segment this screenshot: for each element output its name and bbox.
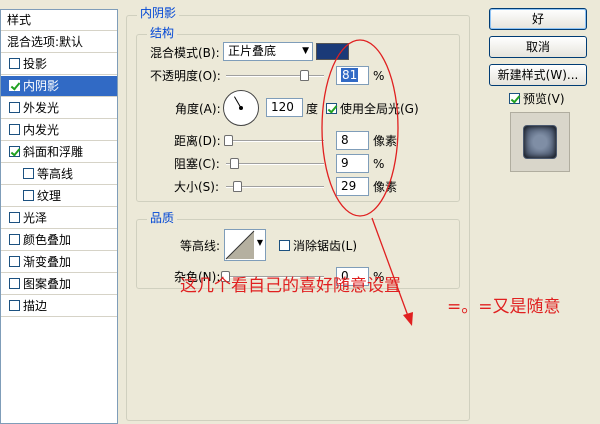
sidebar-item-checkbox-icon[interactable] xyxy=(9,278,20,289)
preview-check-icon xyxy=(509,93,520,104)
sidebar-item-label: 等高线 xyxy=(37,167,74,181)
sidebar-item-checkbox-icon[interactable] xyxy=(9,300,20,311)
angle-value: 120 xyxy=(271,100,294,114)
angle-label: 角度(A): xyxy=(175,102,221,116)
sidebar-item-checkbox-icon[interactable] xyxy=(9,80,20,91)
sidebar-item-label: 内阴影 xyxy=(23,79,60,93)
sidebar-item-label: 描边 xyxy=(23,299,48,313)
distance-label: 距离(D): xyxy=(174,134,221,148)
sidebar-item[interactable]: 颜色叠加 xyxy=(1,230,117,251)
sidebar-item[interactable]: 斜面和浮雕 xyxy=(1,142,117,163)
preview-checkbox[interactable]: 预览(V) xyxy=(509,91,565,107)
ok-button[interactable]: 好 xyxy=(489,8,587,30)
structure-title: 结构 xyxy=(147,26,178,40)
angle-dial-center xyxy=(239,106,243,110)
contour-label: 等高线: xyxy=(180,239,221,253)
opacity-slider-thumb[interactable] xyxy=(300,70,310,81)
quality-title: 品质 xyxy=(147,211,178,225)
annotation-note-1: 这几个看自己的喜好随意设置 xyxy=(180,276,401,296)
sidebar-item-label: 纹理 xyxy=(37,189,62,203)
styles-header: 样式 xyxy=(1,10,117,31)
blend-mode-select[interactable]: 正片叠底 ▼ xyxy=(223,42,313,61)
blend-mode-value: 正片叠底 xyxy=(228,44,277,58)
cancel-button[interactable]: 取消 xyxy=(489,36,587,58)
sidebar-item-checkbox-icon[interactable] xyxy=(9,146,20,157)
choke-label: 阻塞(C): xyxy=(174,157,220,171)
distance-slider-thumb[interactable] xyxy=(223,135,233,146)
antialias-check-icon xyxy=(279,240,290,251)
sidebar-item[interactable]: 内阴影 xyxy=(1,76,117,97)
preview-label: 预览(V) xyxy=(523,92,565,106)
sidebar-item-checkbox-icon[interactable] xyxy=(9,102,20,113)
chevron-down-icon: ▼ xyxy=(302,46,309,56)
blending-options-item[interactable]: 混合选项:默认 xyxy=(1,32,117,53)
chevron-down-icon: ▼ xyxy=(256,238,263,247)
sidebar-item[interactable]: 描边 xyxy=(1,296,117,317)
sidebar-item-checkbox-icon[interactable] xyxy=(9,256,20,267)
sidebar-item-checkbox-icon[interactable] xyxy=(9,212,20,223)
sidebar-item-label: 外发光 xyxy=(23,101,60,115)
sidebar-item-checkbox-icon[interactable] xyxy=(9,234,20,245)
sidebar-item-label: 内发光 xyxy=(23,123,60,137)
sidebar-item-checkbox-icon[interactable] xyxy=(23,168,34,179)
opacity-label: 不透明度(O): xyxy=(150,69,221,83)
sidebar-item[interactable]: 投影 xyxy=(1,54,117,75)
annotation-note-2: =。=又是随意 xyxy=(447,297,561,317)
size-slider-thumb[interactable] xyxy=(232,181,242,192)
sidebar-item[interactable]: 图案叠加 xyxy=(1,274,117,295)
size-label: 大小(S): xyxy=(174,180,220,194)
blend-mode-label: 混合模式(B): xyxy=(150,46,220,60)
angle-input[interactable]: 120 xyxy=(266,98,303,117)
sidebar-item-label: 投影 xyxy=(23,57,48,71)
annotation-arrow-line xyxy=(371,217,409,317)
sidebar-item-checkbox-icon[interactable] xyxy=(9,58,20,69)
sidebar-item-label: 光泽 xyxy=(23,211,48,225)
style-preview-box xyxy=(510,112,570,172)
new-style-button[interactable]: 新建样式(W)... xyxy=(489,64,587,86)
style-preview-swatch xyxy=(523,125,557,159)
sidebar-item[interactable]: 外发光 xyxy=(1,98,117,119)
contour-preview-icon xyxy=(225,230,255,260)
angle-dial[interactable] xyxy=(223,90,259,126)
styles-list: 样式 混合选项:默认 投影内阴影外发光内发光斜面和浮雕等高线纹理光泽颜色叠加渐变… xyxy=(0,9,118,424)
sidebar-item[interactable]: 渐变叠加 xyxy=(1,252,117,273)
sidebar-item-label: 颜色叠加 xyxy=(23,233,72,247)
sidebar-item-checkbox-icon[interactable] xyxy=(23,190,34,201)
sidebar-item-label: 图案叠加 xyxy=(23,277,72,291)
sidebar-item[interactable]: 纹理 xyxy=(1,186,117,207)
sidebar-item[interactable]: 光泽 xyxy=(1,208,117,229)
choke-slider-thumb[interactable] xyxy=(229,158,239,169)
sidebar-item-label: 渐变叠加 xyxy=(23,255,72,269)
inner-shadow-title: 内阴影 xyxy=(137,6,180,20)
sidebar-item-checkbox-icon[interactable] xyxy=(9,124,20,135)
sidebar-item-label: 斜面和浮雕 xyxy=(23,145,84,159)
sidebar-item[interactable]: 等高线 xyxy=(1,164,117,185)
annotation-arrowhead-icon xyxy=(403,312,413,326)
contour-picker[interactable]: ▼ xyxy=(224,229,266,261)
annotation-ellipse xyxy=(321,39,399,217)
sidebar-item[interactable]: 内发光 xyxy=(1,120,117,141)
